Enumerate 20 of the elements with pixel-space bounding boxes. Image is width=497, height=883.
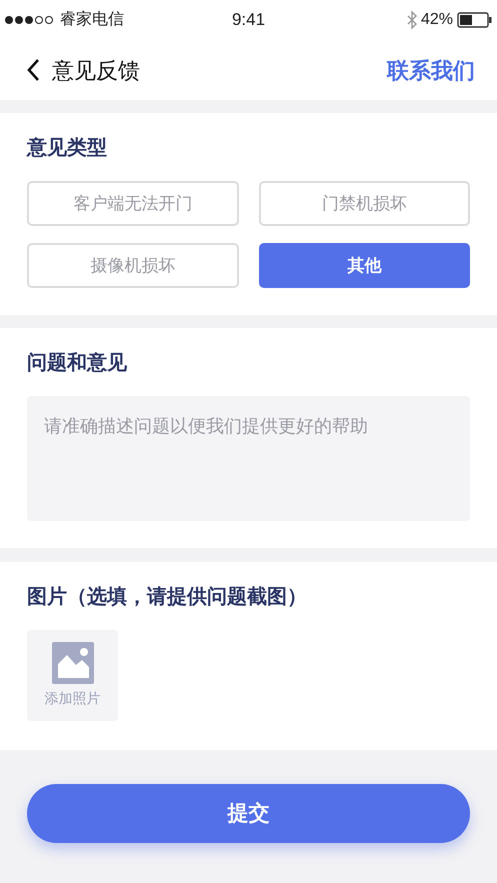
add-photo-button[interactable]: 添加照片 — [27, 630, 118, 721]
option-button[interactable]: 门禁机损坏 — [258, 181, 470, 226]
option-button[interactable]: 客户端无法开门 — [27, 181, 238, 226]
section-title: 意见类型 — [27, 136, 108, 161]
back-icon[interactable] — [26, 58, 40, 82]
page-title: 意见反馈 — [52, 56, 140, 84]
battery-percent: 42% — [420, 10, 453, 30]
submit-button[interactable]: 提交 — [27, 784, 470, 843]
status-time: 9:41 — [232, 9, 266, 32]
carrier-name: 睿家电信 — [60, 10, 124, 30]
comment-field[interactable]: 请准确描述问题以便我们提供更好的帮助 — [27, 396, 470, 521]
section-title: 图片（选填，请提供问题截图） — [27, 585, 308, 610]
contact-us-link[interactable]: 联系我们 — [387, 54, 475, 86]
option-button[interactable]: 其他 — [258, 243, 470, 288]
signal-icon — [4, 15, 56, 25]
bluetooth-icon — [406, 11, 417, 29]
option-button[interactable]: 摄像机损坏 — [27, 243, 238, 288]
image-icon — [52, 642, 94, 684]
section-title: 问题和意见 — [27, 351, 128, 376]
battery-icon — [457, 12, 493, 28]
